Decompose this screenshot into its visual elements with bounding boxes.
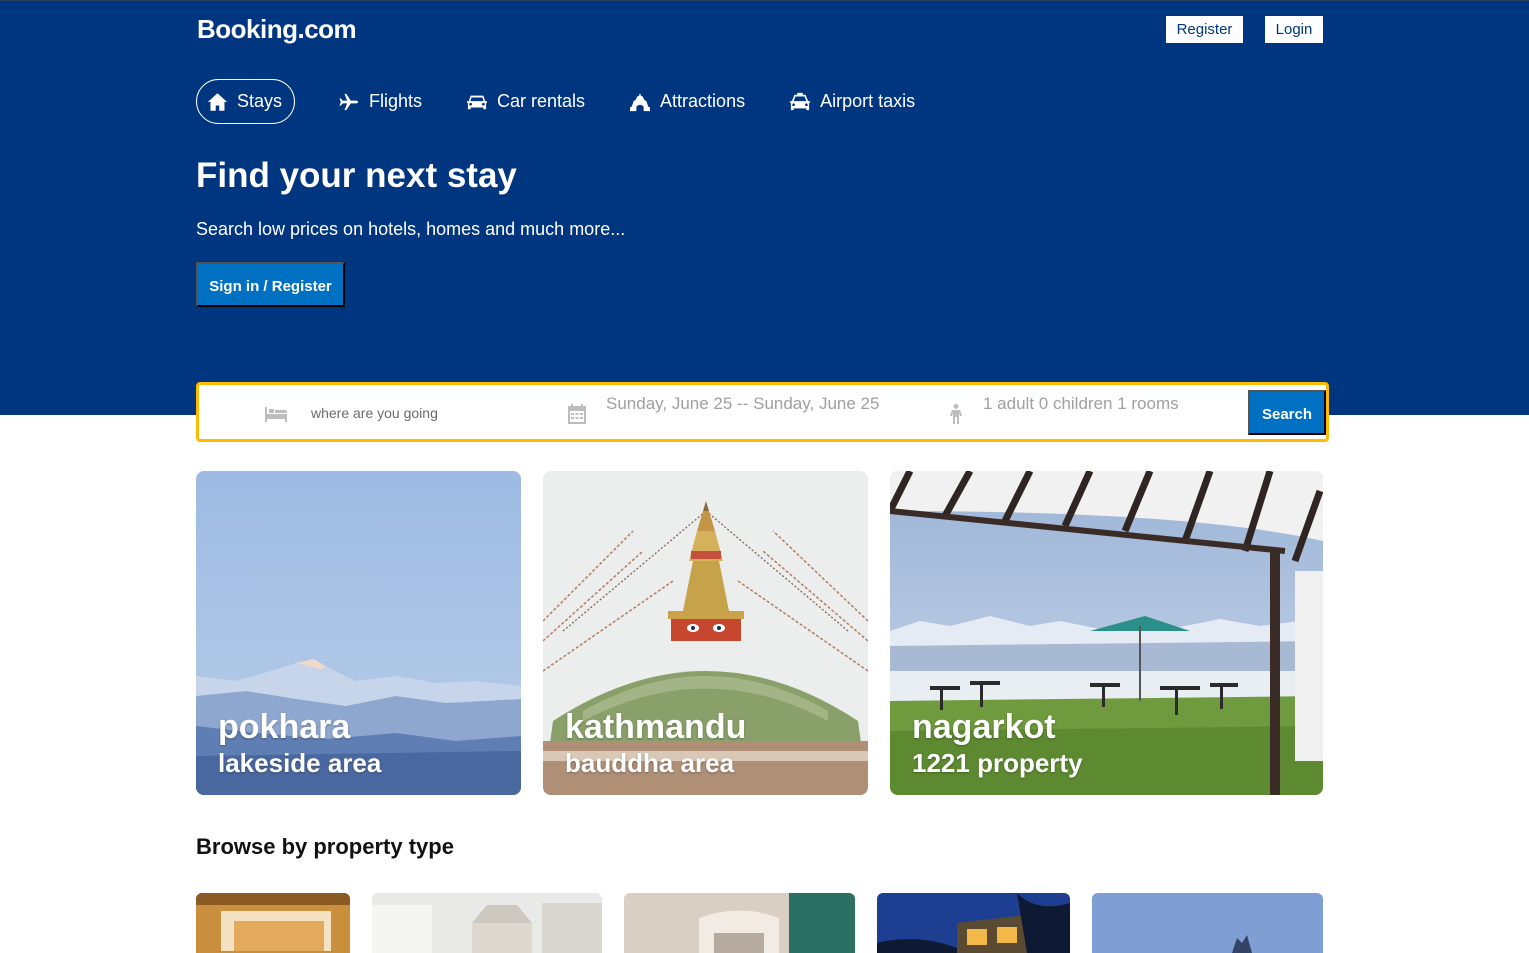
search-button[interactable]: Search (1248, 390, 1326, 435)
destination-input[interactable]: where are you going (311, 405, 438, 421)
signin-register-button[interactable]: Sign in / Register (196, 262, 345, 307)
featured-card-nagarkot[interactable]: nagarkot 1221 property (890, 471, 1323, 795)
card-title: nagarkot (912, 708, 1056, 746)
attractions-icon (630, 92, 651, 111)
search-bar: where are you going Sunday, June 25 -- S… (196, 382, 1329, 442)
apartment-image (372, 893, 602, 953)
browse-section-title: Browse by property type (196, 834, 454, 859)
nav-item-label: Car rentals (497, 91, 586, 111)
nav-item-label: Airport taxis (820, 91, 916, 111)
hero-subtitle: Search low prices on hotels, homes and m… (196, 219, 626, 239)
hero-title: Find your next stay (196, 156, 517, 195)
nav-bar: Stays Flights Car rentals Attractions Ai… (196, 79, 945, 124)
home-icon (207, 92, 228, 111)
property-type-card-villa[interactable] (877, 893, 1070, 953)
register-button[interactable]: Register (1166, 16, 1243, 43)
hotel-image (196, 893, 350, 953)
card-subtitle: bauddha area (565, 748, 735, 778)
nav-item-label: Attractions (660, 91, 746, 111)
card-title: kathmandu (565, 708, 747, 746)
villa-image (877, 893, 1070, 953)
property-type-card-cabin[interactable] (1092, 893, 1323, 953)
bed-icon (265, 407, 287, 422)
property-type-card-apartment[interactable] (372, 893, 602, 953)
nav-item-car-rentals[interactable]: Car rentals (452, 79, 599, 124)
nav-item-attractions[interactable]: Attractions (615, 79, 759, 124)
header: Booking.com Register Login Stays Flights… (0, 0, 1529, 415)
card-subtitle: lakeside area (218, 748, 382, 778)
car-icon (467, 95, 488, 109)
guests-field[interactable]: 1 adult 0 children 1 rooms (983, 393, 1183, 414)
nav-item-flights[interactable]: Flights (324, 79, 436, 124)
featured-card-pokhara[interactable]: pokhara lakeside area (196, 471, 521, 795)
nav-item-stays[interactable]: Stays (196, 79, 295, 124)
card-title: pokhara (218, 708, 351, 746)
logo[interactable]: Booking.com (197, 14, 357, 45)
plane-icon (339, 93, 359, 110)
login-button[interactable]: Login (1265, 16, 1323, 43)
taxi-icon (790, 92, 811, 110)
card-subtitle: 1221 property (912, 748, 1083, 778)
featured-card-kathmandu[interactable]: kathmandu bauddha area (543, 471, 868, 795)
person-icon (950, 404, 962, 424)
resort-image (624, 893, 855, 953)
nav-item-label: Flights (369, 91, 423, 111)
property-type-card-hotel[interactable] (196, 893, 350, 953)
calendar-icon (568, 404, 586, 424)
cabin-image (1092, 893, 1323, 953)
nav-item-airport-taxis[interactable]: Airport taxis (775, 79, 929, 124)
property-type-card-resort[interactable] (624, 893, 855, 953)
date-range-field[interactable]: Sunday, June 25 -- Sunday, June 25 (606, 393, 886, 414)
nav-item-label: Stays (236, 91, 282, 111)
